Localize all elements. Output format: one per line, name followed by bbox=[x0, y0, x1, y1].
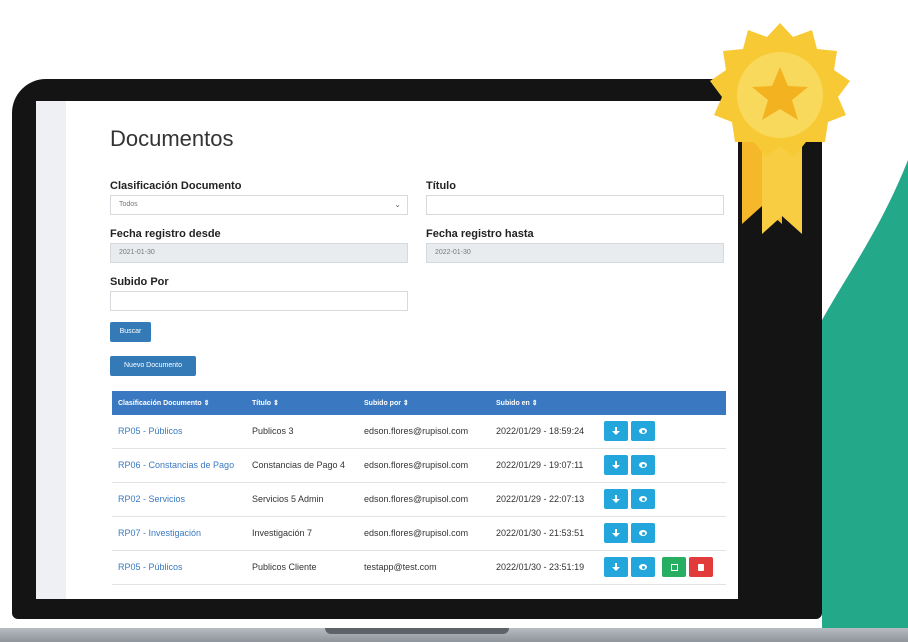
chevron-down-icon: ⌄ bbox=[394, 200, 401, 209]
row-subido-en: 2022/01/29 - 19:07:11 bbox=[496, 460, 584, 470]
clasificacion-select-value: Todos bbox=[119, 201, 138, 208]
subido-por-label: Subido Por bbox=[110, 276, 169, 288]
row-titulo: Publicos Cliente bbox=[252, 562, 317, 572]
row-clasificacion-link[interactable]: RP06 - Constancias de Pago bbox=[118, 460, 234, 470]
row-clasificacion-link[interactable]: RP02 - Servicios bbox=[118, 494, 185, 504]
fecha-desde-input[interactable]: 2021-01-30 bbox=[110, 243, 408, 263]
download-icon bbox=[612, 460, 620, 470]
eye-icon bbox=[639, 496, 647, 502]
titulo-label: Título bbox=[426, 180, 456, 192]
header-titulo[interactable]: Título ⇕ bbox=[252, 399, 279, 407]
fecha-hasta-label: Fecha registro hasta bbox=[426, 228, 534, 240]
table-header: Clasificación Documento ⇕ Título ⇕ Subid… bbox=[112, 391, 726, 415]
clasificacion-select[interactable]: Todos ⌄ bbox=[110, 195, 408, 215]
documents-table: Clasificación Documento ⇕ Título ⇕ Subid… bbox=[112, 391, 726, 585]
row-clasificacion-link[interactable]: RP05 - Públicos bbox=[118, 562, 183, 572]
row-subido-por: edson.flores@rupisol.com bbox=[364, 426, 469, 436]
download-icon bbox=[612, 562, 620, 572]
download-button[interactable] bbox=[604, 455, 628, 475]
table-row: RP05 - Públicos Publicos 3 edson.flores@… bbox=[112, 415, 726, 449]
award-badge-icon bbox=[710, 23, 850, 234]
row-subido-en: 2022/01/29 - 18:59:24 bbox=[496, 426, 585, 436]
row-subido-por: edson.flores@rupisol.com bbox=[364, 494, 469, 504]
row-subido-por: edson.flores@rupisol.com bbox=[364, 460, 469, 470]
page-content: Documentos Clasificación Documento Todos… bbox=[66, 101, 738, 599]
download-button[interactable] bbox=[604, 523, 628, 543]
subido-por-input[interactable] bbox=[110, 291, 408, 311]
eye-icon bbox=[639, 462, 647, 468]
fecha-desde-label: Fecha registro desde bbox=[110, 228, 221, 240]
titulo-input[interactable] bbox=[426, 195, 724, 215]
download-button[interactable] bbox=[604, 421, 628, 441]
row-subido-por: testapp@test.com bbox=[364, 562, 437, 572]
clasificacion-label: Clasificación Documento bbox=[110, 180, 242, 192]
nuevo-documento-button[interactable]: Nuevo Documento bbox=[110, 356, 196, 376]
eye-icon bbox=[639, 530, 647, 536]
buscar-button[interactable]: Buscar bbox=[110, 322, 151, 342]
laptop-screen: Documentos Clasificación Documento Todos… bbox=[36, 101, 738, 599]
row-subido-en: 2022/01/30 - 23:51:19 bbox=[496, 562, 585, 572]
row-titulo: Constancias de Pago 4 bbox=[252, 460, 346, 470]
eye-icon bbox=[639, 564, 647, 570]
table-row: RP02 - Servicios Servicios 5 Admin edson… bbox=[112, 483, 726, 517]
row-titulo: Servicios 5 Admin bbox=[252, 494, 324, 504]
download-button[interactable] bbox=[604, 489, 628, 509]
trash-icon bbox=[698, 563, 704, 571]
row-titulo: Investigación 7 bbox=[252, 528, 313, 538]
download-icon bbox=[612, 528, 620, 538]
edit-icon bbox=[670, 563, 678, 571]
view-button[interactable] bbox=[631, 455, 655, 475]
view-button[interactable] bbox=[631, 489, 655, 509]
laptop-notch bbox=[325, 628, 509, 634]
fecha-hasta-input[interactable]: 2022-01-30 bbox=[426, 243, 724, 263]
view-button[interactable] bbox=[631, 421, 655, 441]
view-button[interactable] bbox=[631, 557, 655, 577]
table-row: RP06 - Constancias de Pago Constancias d… bbox=[112, 449, 726, 483]
table-row: RP05 - Públicos Publicos Cliente testapp… bbox=[112, 551, 726, 585]
row-clasificacion-link[interactable]: RP05 - Públicos bbox=[118, 426, 183, 436]
view-button[interactable] bbox=[631, 523, 655, 543]
header-subido-por[interactable]: Subido por ⇕ bbox=[364, 399, 409, 407]
delete-button[interactable] bbox=[689, 557, 713, 577]
eye-icon bbox=[639, 428, 647, 434]
download-icon bbox=[612, 494, 620, 504]
row-titulo: Publicos 3 bbox=[252, 426, 294, 436]
row-clasificacion-link[interactable]: RP07 - Investigación bbox=[118, 528, 201, 538]
download-icon bbox=[612, 426, 620, 436]
header-clasificacion[interactable]: Clasificación Documento ⇕ bbox=[118, 399, 209, 407]
download-button[interactable] bbox=[604, 557, 628, 577]
header-subido-en[interactable]: Subido en ⇕ bbox=[496, 399, 538, 407]
edit-button[interactable] bbox=[662, 557, 686, 577]
row-subido-en: 2022/01/30 - 21:53:51 bbox=[496, 528, 585, 538]
page-title: Documentos bbox=[110, 126, 234, 151]
row-subido-en: 2022/01/29 - 22:07:13 bbox=[496, 494, 585, 504]
table-row: RP07 - Investigación Investigación 7 eds… bbox=[112, 517, 726, 551]
row-subido-por: edson.flores@rupisol.com bbox=[364, 528, 469, 538]
